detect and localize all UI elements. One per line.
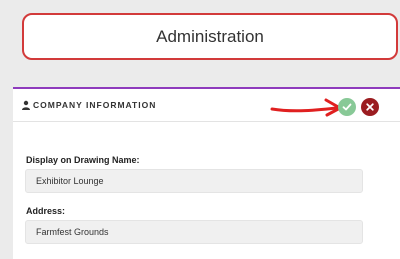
confirm-button[interactable] (338, 98, 356, 116)
cancel-button[interactable] (361, 98, 379, 116)
administration-button[interactable]: Administration (22, 13, 398, 60)
person-icon (22, 100, 30, 110)
company-information-card: COMPANY INFORMATION Display on Drawing N… (13, 87, 400, 259)
display-name-input[interactable]: Exhibitor Lounge (25, 169, 363, 193)
check-icon (342, 103, 352, 111)
close-icon (366, 103, 374, 111)
top-band: Administration (0, 0, 400, 76)
address-label: Address: (26, 206, 66, 216)
card-header: COMPANY INFORMATION (13, 89, 400, 122)
address-input[interactable]: Farmfest Grounds (25, 220, 363, 244)
administration-label: Administration (156, 26, 264, 46)
display-name-label: Display on Drawing Name: (26, 155, 140, 165)
card-title: COMPANY INFORMATION (33, 100, 157, 110)
